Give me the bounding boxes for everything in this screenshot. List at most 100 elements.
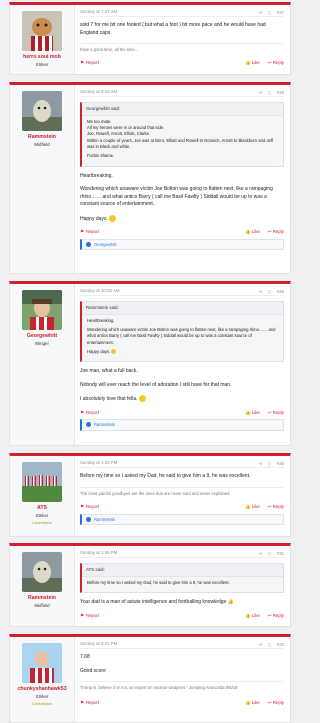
bookmark-icon[interactable]: ▯ [268,642,270,648]
post-time[interactable]: Sunday at 1:45 PM [80,550,117,557]
message: Sunday at 1:33 PM ⋖ ▯ #30 Before my time s… [80,460,284,532]
post-header: Sunday at 1:45 PM ⋖ ▯ #31 [80,550,284,558]
share-icon[interactable]: ⋖ [259,289,263,295]
post-text: Wondering which unaware victim Joe Bolto… [80,186,273,207]
share-icon[interactable]: ⋖ [259,10,263,16]
post-text: I absolutely love that fella. [80,395,284,403]
post-text: Joe man, what a full back. [80,368,138,375]
post-text: 7.68 [80,654,90,660]
report-link[interactable]: ⚑ Report [80,229,101,235]
quote-author[interactable]: Georgewhitt said: [82,103,283,116]
reply-button[interactable]: ↩ Reply [268,229,284,235]
reaction-bar[interactable]: Rammstein [80,419,284,431]
quote-line: Heartbreaking. [87,317,115,323]
post-number[interactable]: #29 [277,289,284,295]
like-button[interactable]: 👍 Like [245,700,260,706]
post-28: Rammstein Midfield Sunday at 9:16 AM ⋖ ▯ #… [9,82,291,274]
report-link[interactable]: ⚑ Report [80,504,101,510]
username[interactable]: Rammstein [10,134,74,141]
like-button[interactable]: 👍 Like [245,410,260,416]
report-link[interactable]: ⚑ Report [80,410,101,416]
avatar[interactable] [22,11,62,51]
username[interactable]: herro soul mob [10,54,74,61]
post-text: Your dad is a man of astute intelligence… [80,599,234,606]
username[interactable]: chunkyshanhawk53 [10,686,74,693]
post-number[interactable]: #32 [277,642,284,648]
smile-emoji-icon [109,214,117,222]
post-text: Happy days. [80,214,284,223]
reply-button[interactable]: ↩ Reply [268,60,284,66]
username[interactable]: ATS [10,505,74,512]
bookmark-icon[interactable]: ▯ [268,10,270,16]
grin-emoji-icon [138,395,146,403]
flag-icon: ⚑ [80,700,84,706]
post-29: Georgewhitt Winger Sunday at 10:02 AM ⋖ ▯… [9,281,291,446]
like-button[interactable]: 👍 Like [245,60,260,66]
username[interactable]: Rammstein [10,595,74,602]
post-number[interactable]: #30 [277,461,284,467]
like-button[interactable]: 👍 Like [245,504,260,510]
post-time[interactable]: Sunday at 10:02 AM [80,288,120,295]
user-panel: ATS Striker Contributor [10,456,75,536]
quote-author[interactable]: Rammstein said: [82,302,283,315]
reaction-bar[interactable]: Georgewhitt [80,238,284,250]
reaction-bar[interactable]: Rammstein [80,513,284,526]
post-number[interactable]: #27 [277,10,284,16]
post-30: ATS Striker Contributor Sunday at 1:33 P… [9,453,291,537]
avatar[interactable] [22,91,62,131]
bookmark-icon[interactable]: ▯ [268,551,270,557]
message: Sunday at 1:45 PM ⋖ ▯ #31 ATS said: Before… [80,550,284,622]
message: Sunday at 8:21 PM ⋖ ▯ #32 7.68 Good score … [80,641,284,718]
reply-button[interactable]: ↩ Reply [268,700,284,706]
post-32: chunkyshanhawk53 Striker Contributor Sun… [9,634,291,723]
user-banner: Contributor [32,701,52,707]
avatar[interactable] [22,462,62,502]
post-number[interactable]: #31 [277,551,284,557]
avatar[interactable] [22,643,62,683]
signature: Trump is, believe it or not, an expert o… [80,681,284,690]
post-time[interactable]: Sunday at 8:21 PM [80,641,117,648]
bookmark-icon[interactable]: ▯ [268,90,270,96]
report-link[interactable]: ⚑ Report [80,700,101,706]
post-text: Before my time so I asked my Dad, he sai… [80,473,251,479]
message: Sunday at 7:47 AM ⋖ ▯ #27 sold 7 for me bi… [80,9,284,70]
user-panel: Rammstein Midfield [10,546,75,626]
flag-icon: ⚑ [80,503,84,509]
user-title: Midfield [34,602,50,608]
user-panel: Rammstein Midfield [10,85,75,273]
avatar[interactable] [22,552,62,592]
like-reaction-icon [86,516,91,522]
quote-block: Georgewhitt said: Me too mate. All my he… [80,102,284,167]
like-button[interactable]: 👍 Like [245,613,260,619]
bookmark-icon[interactable]: ▯ [268,289,270,295]
reply-button[interactable]: ↩ Reply [268,613,284,619]
flag-icon: ⚑ [80,60,84,66]
post-27: herro soul mob Striker Sunday at 7:47 AM… [9,2,291,75]
quote-line: Wondering which unaware victim Joe Bolto… [87,327,276,345]
post-text: Heartbreaking. [80,172,113,179]
share-icon[interactable]: ⋖ [259,461,263,467]
post-text: Good score [80,667,106,674]
post-header: Sunday at 8:21 PM ⋖ ▯ #32 [80,641,284,649]
smile-emoji-icon [111,349,117,355]
like-button[interactable]: 👍 Like [245,229,260,235]
reply-button[interactable]: ↩ Reply [268,410,284,416]
user-title: Winger [35,340,49,346]
post-text: sold 7 for me bit one footed ( but what … [80,22,266,36]
quote-author[interactable]: ATS said: [82,564,283,577]
username[interactable]: Georgewhitt [10,333,74,340]
report-link[interactable]: ⚑ Report [80,60,101,66]
post-time[interactable]: Sunday at 7:47 AM [80,9,117,16]
post-header: Sunday at 1:33 PM ⋖ ▯ #30 [80,460,284,468]
share-icon[interactable]: ⋖ [259,551,263,557]
bookmark-icon[interactable]: ▯ [268,461,270,467]
avatar[interactable] [22,290,62,330]
share-icon[interactable]: ⋖ [259,642,263,648]
share-icon[interactable]: ⋖ [259,90,263,96]
post-time[interactable]: Sunday at 9:16 AM [80,89,117,96]
post-number[interactable]: #28 [277,90,284,96]
report-link[interactable]: ⚑ Report [80,613,101,619]
post-time[interactable]: Sunday at 1:33 PM [80,460,117,467]
user-panel: herro soul mob Striker [10,5,75,74]
reply-button[interactable]: ↩ Reply [268,504,284,510]
